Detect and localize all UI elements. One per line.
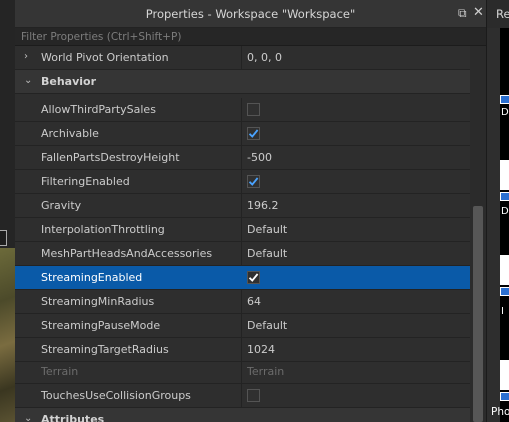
- desktop-item-label: I: [501, 306, 504, 317]
- property-name: Archivable: [41, 127, 99, 140]
- column-divider[interactable]: [241, 98, 242, 121]
- collapse-chevron-icon[interactable]: ⌄: [24, 75, 32, 86]
- property-value[interactable]: Default: [247, 223, 287, 236]
- property-name: Gravity: [41, 199, 82, 212]
- column-divider[interactable]: [241, 314, 242, 337]
- column-divider[interactable]: [241, 290, 242, 313]
- property-value[interactable]: 196.2: [247, 199, 279, 212]
- desktop-item-thumbnail[interactable]: [500, 160, 509, 190]
- column-divider[interactable]: [241, 122, 242, 145]
- property-value[interactable]: 1024: [247, 343, 275, 356]
- shortcut-arrow-icon: [500, 392, 509, 401]
- property-grid: › World Pivot Orientation 0, 0, 0 ⌄ Behavior…: [15, 46, 470, 422]
- property-row[interactable]: InterpolationThrottling Default: [15, 218, 470, 242]
- property-value[interactable]: -500: [247, 151, 272, 164]
- viewport-tab[interactable]: [0, 230, 7, 246]
- desktop-item-label: D: [501, 107, 509, 118]
- property-value[interactable]: Default: [247, 247, 287, 260]
- property-name: StreamingPauseMode: [41, 319, 161, 332]
- property-row[interactable]: StreamingEnabled: [15, 266, 470, 290]
- properties-titlebar[interactable]: Properties - Workspace "Workspace" ⧉ ✕: [15, 0, 486, 28]
- property-checkbox[interactable]: [247, 127, 260, 140]
- filter-properties-input[interactable]: [15, 28, 467, 45]
- category-label: Behavior: [41, 75, 97, 88]
- column-divider[interactable]: [241, 338, 242, 361]
- property-checkbox[interactable]: [247, 175, 260, 188]
- column-divider[interactable]: [241, 46, 242, 69]
- property-name: StreamingTargetRadius: [41, 343, 169, 356]
- column-divider[interactable]: [241, 194, 242, 217]
- viewport-edge: [0, 0, 15, 422]
- checkmark-icon: [248, 273, 259, 282]
- right-panel-scrollbar[interactable]: [487, 28, 500, 422]
- property-value[interactable]: 64: [247, 295, 261, 308]
- collapse-chevron-icon[interactable]: ⌄: [24, 413, 32, 422]
- property-name: AllowThirdPartySales: [41, 103, 156, 116]
- checkmark-icon: [248, 129, 259, 138]
- column-divider[interactable]: [241, 146, 242, 169]
- desktop-item-label: Pho: [491, 406, 509, 418]
- property-name: MeshPartHeadsAndAccessories: [41, 247, 213, 260]
- property-name: Terrain: [41, 365, 79, 378]
- column-divider[interactable]: [241, 360, 242, 383]
- right-panel: Re D D I Pho: [487, 0, 509, 422]
- property-value[interactable]: 0, 0, 0: [247, 51, 282, 64]
- category-row[interactable]: ⌄ Behavior: [15, 70, 470, 94]
- property-checkbox[interactable]: [247, 389, 260, 402]
- property-row[interactable]: StreamingMinRadius 64: [15, 290, 470, 314]
- property-row[interactable]: MeshPartHeadsAndAccessories Default: [15, 242, 470, 266]
- property-value[interactable]: Default: [247, 319, 287, 332]
- property-name: FilteringEnabled: [41, 175, 130, 188]
- category-label: Attributes: [41, 413, 105, 422]
- panel-title: Properties - Workspace "Workspace": [145, 7, 356, 21]
- column-divider[interactable]: [241, 384, 242, 407]
- right-panel-header: Re: [487, 0, 509, 28]
- column-divider[interactable]: [241, 266, 242, 289]
- checkmark-icon: [248, 177, 259, 186]
- property-row[interactable]: › World Pivot Orientation 0, 0, 0: [15, 46, 470, 70]
- property-row[interactable]: TouchesUseCollisionGroups: [15, 384, 470, 408]
- property-value: Terrain: [247, 365, 285, 378]
- filter-bar: [15, 28, 486, 46]
- property-checkbox[interactable]: [247, 271, 260, 284]
- desktop-item-thumbnail[interactable]: [500, 360, 509, 390]
- property-checkbox[interactable]: [247, 103, 260, 116]
- property-row[interactable]: FallenPartsDestroyHeight -500: [15, 146, 470, 170]
- shortcut-arrow-icon: [500, 287, 509, 296]
- dock-icon[interactable]: ⧉: [458, 6, 467, 21]
- property-name: TouchesUseCollisionGroups: [41, 389, 191, 402]
- expand-chevron-icon[interactable]: ›: [24, 51, 28, 62]
- column-divider[interactable]: [241, 218, 242, 241]
- properties-panel: Properties - Workspace "Workspace" ⧉ ✕ ›…: [15, 0, 487, 422]
- property-row[interactable]: StreamingTargetRadius 1024: [15, 338, 470, 362]
- property-name: InterpolationThrottling: [41, 223, 165, 236]
- property-row[interactable]: FilteringEnabled: [15, 170, 470, 194]
- right-panel-title: Re: [496, 7, 509, 21]
- scrollbar-thumb[interactable]: [473, 206, 483, 422]
- viewport-scene: [0, 248, 15, 422]
- desktop-item-thumbnail[interactable]: [500, 255, 509, 285]
- property-row[interactable]: AllowThirdPartySales: [15, 98, 470, 122]
- desktop-item-label: D: [501, 206, 509, 217]
- column-divider[interactable]: [241, 242, 242, 265]
- shortcut-arrow-icon: [500, 95, 509, 104]
- property-name: FallenPartsDestroyHeight: [41, 151, 180, 164]
- shortcut-arrow-icon: [500, 192, 509, 201]
- property-row[interactable]: Archivable: [15, 122, 470, 146]
- property-name: StreamingMinRadius: [41, 295, 155, 308]
- property-name: World Pivot Orientation: [41, 51, 169, 64]
- column-divider[interactable]: [241, 170, 242, 193]
- property-row[interactable]: StreamingPauseMode Default: [15, 314, 470, 338]
- category-row[interactable]: ⌄ Attributes: [15, 408, 470, 422]
- close-icon[interactable]: ✕: [473, 5, 484, 20]
- property-row[interactable]: Terrain Terrain: [15, 360, 470, 384]
- property-name: StreamingEnabled: [41, 271, 143, 284]
- property-row[interactable]: Gravity 196.2: [15, 194, 470, 218]
